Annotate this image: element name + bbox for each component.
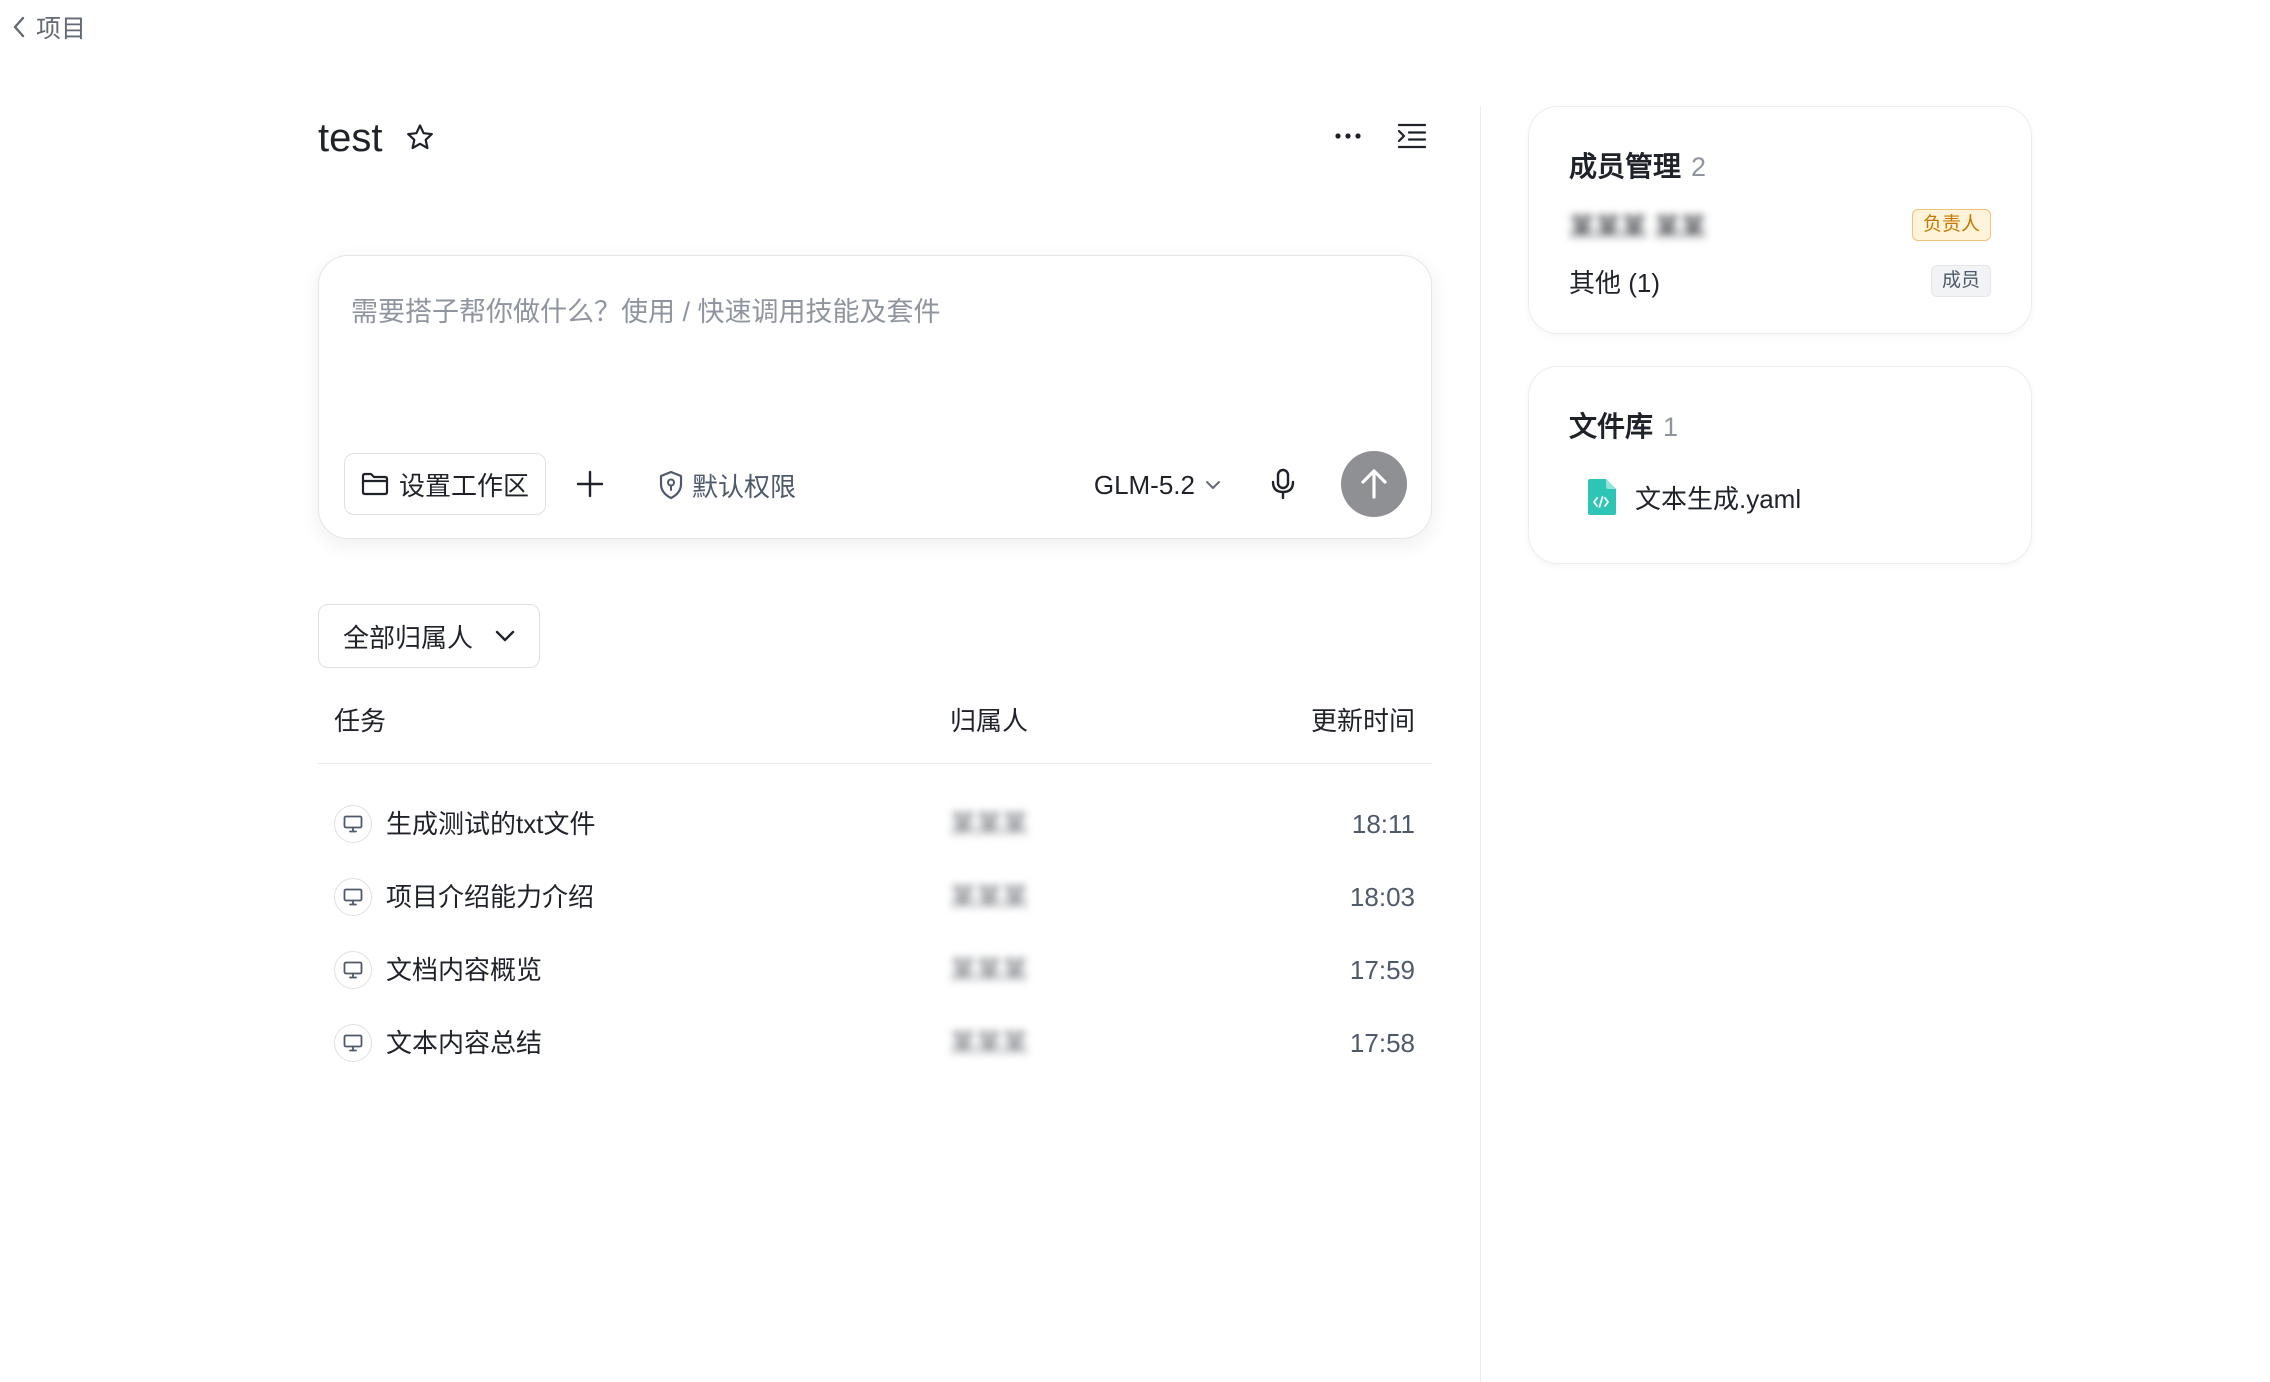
arrow-up-icon	[1361, 469, 1387, 499]
set-workspace-label: 设置工作区	[399, 470, 530, 501]
row-owner-name: 某某某	[950, 809, 1029, 839]
send-button[interactable]	[1341, 451, 1407, 517]
voice-input-button[interactable]	[1263, 464, 1303, 504]
chevron-down-icon	[495, 630, 515, 642]
table-header: 任务 归属人 更新时间	[318, 694, 1432, 764]
prompt-input[interactable]	[351, 292, 1391, 412]
row-updated-time: 18:03	[1349, 882, 1415, 912]
model-selector[interactable]: GLM-5.2	[1094, 465, 1221, 505]
microphone-icon	[1271, 468, 1295, 500]
monitor-icon	[334, 951, 372, 989]
row-task-name: 项目介绍能力介绍	[386, 882, 595, 912]
plus-icon	[576, 470, 604, 498]
permission-button[interactable]: 默认权限	[658, 465, 796, 505]
column-header-owner: 归属人	[950, 706, 1029, 736]
column-header-time[interactable]: 更新时间	[1311, 694, 1415, 748]
row-owner-name: 某某某	[950, 1028, 1029, 1058]
owner-filter-label: 全部归属人	[343, 622, 474, 653]
file-library-title[interactable]: 文件库 1	[1569, 405, 1678, 445]
back-link-label: 项目	[36, 15, 87, 43]
monitor-icon	[334, 878, 372, 916]
member-tag: 成员	[1930, 265, 1991, 297]
file-library-card: 文件库 1 文本生成.yaml	[1528, 366, 2032, 564]
panel-divider	[1480, 106, 1481, 1382]
more-horizontal-icon	[1335, 133, 1361, 139]
file-item[interactable]: 文本生成.yaml	[1585, 475, 1801, 519]
owner-filter-dropdown[interactable]: 全部归属人	[318, 604, 541, 668]
member-row-owner[interactable]: 某某某 某某 负责人	[1569, 205, 1991, 245]
owner-tag: 负责人	[1911, 209, 1991, 241]
model-label: GLM-5.2	[1093, 469, 1195, 500]
chevron-left-icon	[13, 16, 25, 38]
members-card: 成员管理 2 某某某 某某 负责人 其他 (1) 成员	[1528, 106, 2032, 334]
members-count: 2	[1691, 152, 1707, 182]
members-title-label: 成员管理	[1569, 151, 1682, 182]
table-row[interactable]: 生成测试的txt文件 某某某 18:11	[318, 786, 1432, 859]
permission-label: 默认权限	[692, 471, 797, 502]
file-library-count: 1	[1663, 412, 1679, 442]
file-library-title-label: 文件库	[1569, 411, 1654, 442]
folder-icon	[361, 472, 389, 496]
row-updated-time: 17:59	[1349, 955, 1415, 985]
add-attachment-button[interactable]	[570, 464, 610, 504]
indent-icon	[1397, 123, 1427, 149]
members-card-title[interactable]: 成员管理 2	[1569, 145, 1706, 185]
header-actions	[1328, 116, 1432, 156]
main-column: test 设置工作区 默认权限	[318, 0, 1432, 1382]
others-member-label: 其他 (1)	[1569, 267, 1661, 298]
chevron-down-icon	[1206, 481, 1220, 489]
file-name: 文本生成.yaml	[1635, 483, 1802, 514]
back-link[interactable]: 项目	[12, 10, 86, 44]
row-updated-time: 17:58	[1349, 1028, 1415, 1058]
owner-member-name: 某某某 某某	[1569, 211, 1707, 242]
row-task-name: 生成测试的txt文件	[386, 809, 596, 839]
title-row: test	[318, 110, 1432, 166]
composer-toolbar: 设置工作区 默认权限 GLM-5.2	[344, 451, 1407, 517]
composer: 设置工作区 默认权限 GLM-5.2	[318, 255, 1432, 539]
row-task-name: 文档内容概览	[386, 955, 543, 985]
row-task-name: 文本内容总结	[386, 1028, 543, 1058]
star-icon[interactable]	[404, 122, 436, 154]
page-title: test	[318, 116, 383, 160]
more-button[interactable]	[1328, 116, 1368, 156]
row-updated-time: 18:11	[1351, 809, 1415, 839]
column-header-task: 任务	[334, 706, 387, 736]
code-file-icon	[1588, 479, 1616, 515]
table-row[interactable]: 文档内容概览 某某某 17:59	[318, 932, 1432, 1005]
table-row[interactable]: 文本内容总结 某某某 17:58	[318, 1005, 1432, 1078]
monitor-icon	[334, 805, 372, 843]
row-owner-name: 某某某	[950, 882, 1029, 912]
table-row[interactable]: 项目介绍能力介绍 某某某 18:03	[318, 859, 1432, 932]
task-table: 任务 归属人 更新时间 生成测试的txt文件 某某某 18:11 项目介绍能力介…	[318, 694, 1432, 1078]
monitor-icon	[334, 1024, 372, 1062]
toggle-sidebar-button[interactable]	[1392, 116, 1432, 156]
table-body: 生成测试的txt文件 某某某 18:11 项目介绍能力介绍 某某某 18:03 …	[318, 764, 1432, 1078]
shield-icon	[659, 470, 683, 500]
member-row-others[interactable]: 其他 (1) 成员	[1569, 261, 1991, 301]
set-workspace-button[interactable]: 设置工作区	[344, 453, 547, 515]
row-owner-name: 某某某	[950, 955, 1029, 985]
